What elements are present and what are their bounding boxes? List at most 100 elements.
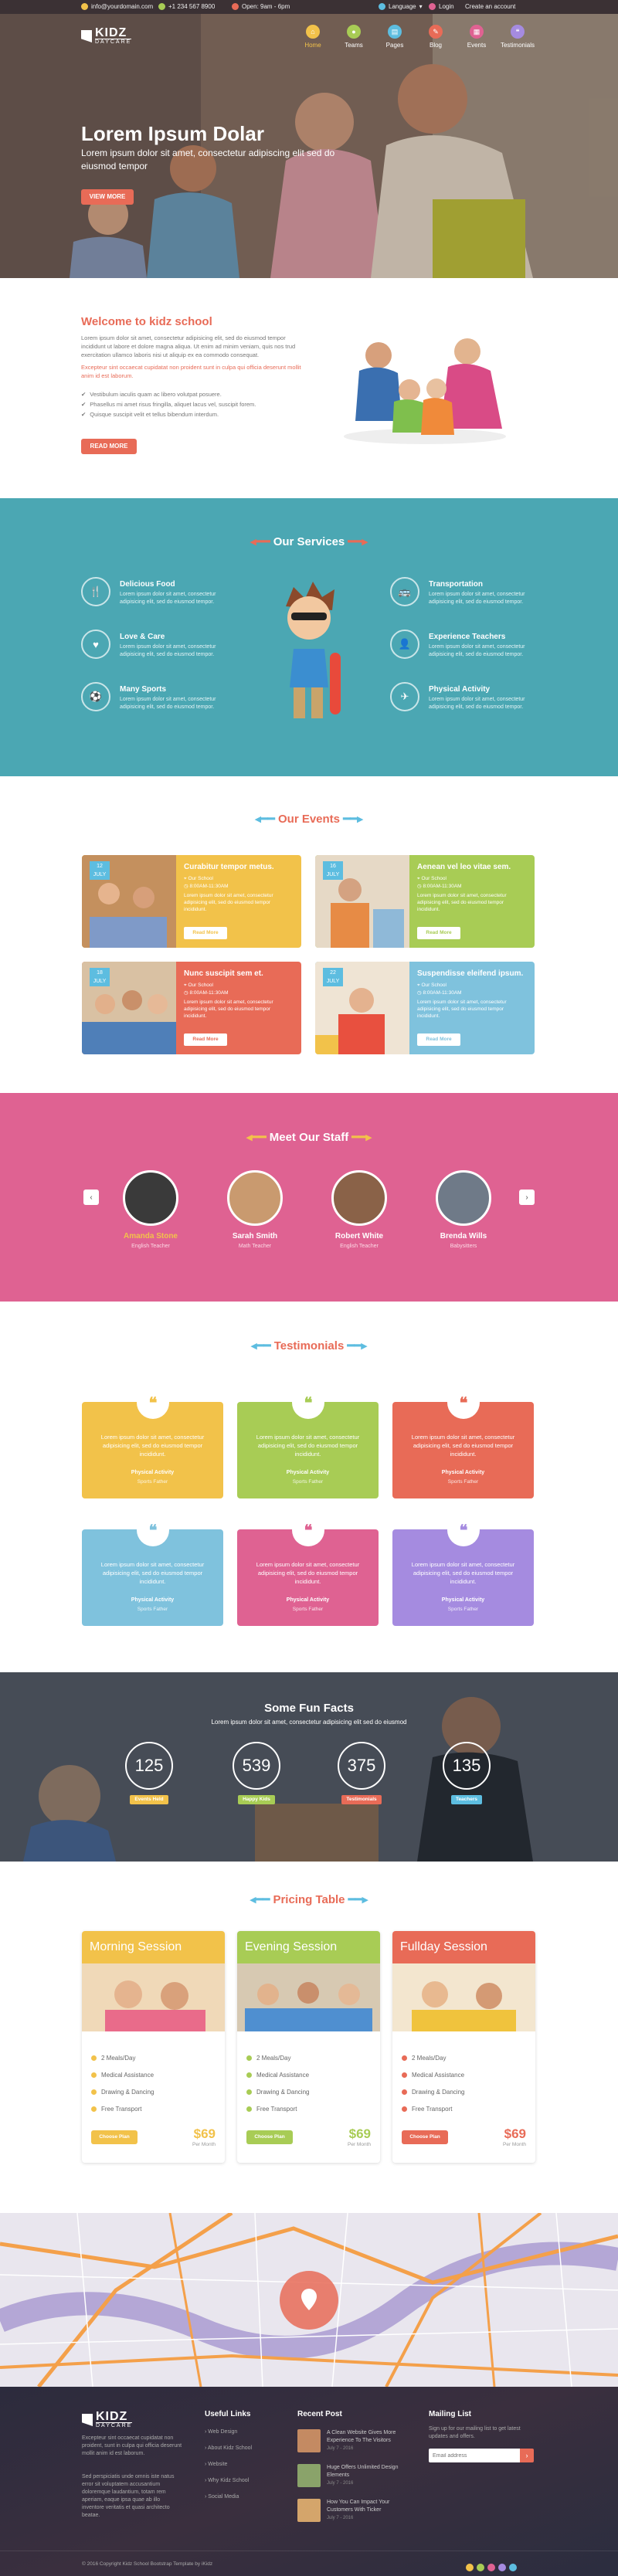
linkedin-icon[interactable] bbox=[498, 2564, 506, 2571]
email-field[interactable] bbox=[429, 2449, 520, 2462]
staff-member[interactable]: Amanda Stone English Teacher bbox=[108, 1170, 193, 1249]
footer-link[interactable]: › Social Media bbox=[205, 2494, 239, 2500]
services-section: ◂━━ Our Services ━━▸ 🍴 Delicious Food Lore… bbox=[0, 498, 618, 776]
bullet-icon bbox=[91, 2055, 97, 2061]
bus-icon: 🚌 bbox=[390, 577, 419, 606]
home-icon: ⌂ bbox=[306, 25, 320, 39]
event-date-badge: 22 JULY bbox=[323, 968, 343, 986]
twitter-icon[interactable] bbox=[477, 2564, 484, 2571]
footer-link[interactable]: › Why Kidz School bbox=[205, 2478, 249, 2483]
bullet-icon bbox=[91, 2089, 97, 2095]
nav-testimonials[interactable]: ❝ Testimonials bbox=[498, 25, 537, 49]
footer-about-1: Excepteur sint occaecat cupidatat non pr… bbox=[82, 2435, 182, 2456]
post-thumbnail bbox=[297, 2464, 321, 2487]
recent-post-title: Recent Post bbox=[297, 2410, 342, 2418]
avatar bbox=[227, 1170, 283, 1226]
footer-logo[interactable]: KIDZ DAYCARE bbox=[82, 2411, 133, 2428]
plan-price: $69 bbox=[348, 2126, 371, 2141]
testimonials-title: ◂━━ Testimonials ━━▸ bbox=[250, 1339, 368, 1352]
top-email[interactable]: info@yourdomain.com bbox=[81, 3, 153, 10]
quote-icon: ❝ bbox=[292, 1386, 324, 1419]
top-hours: Open: 9am - 6pm bbox=[232, 3, 290, 10]
choose-plan-button[interactable]: Choose Plan bbox=[246, 2130, 293, 2144]
create-account-link[interactable]: Create an account bbox=[465, 3, 515, 10]
map-section[interactable] bbox=[0, 2213, 618, 2387]
plan-features: 2 Meals/Day Medical Assistance Drawing &… bbox=[91, 2049, 225, 2117]
bullet-icon bbox=[402, 2072, 407, 2078]
recent-post[interactable]: A Clean Website Gives More Experience To… bbox=[297, 2429, 406, 2456]
nav-blog[interactable]: ✎ Blog bbox=[416, 25, 455, 49]
event-title[interactable]: Suspendisse eleifend ipsum. bbox=[417, 969, 523, 978]
plan-photo bbox=[82, 1963, 225, 2031]
rss-icon[interactable] bbox=[509, 2564, 517, 2571]
staff-member[interactable]: Robert White English Teacher bbox=[317, 1170, 402, 1249]
event-card: 16 JULY Aenean vel leo vitae sem. ⌖ Our S… bbox=[315, 855, 535, 948]
plan-photo bbox=[237, 1963, 380, 2031]
staff-prev-arrow[interactable]: ‹ bbox=[83, 1190, 99, 1205]
classroom-photo bbox=[0, 1672, 618, 1862]
logo-text: KIDZ bbox=[95, 26, 127, 39]
footer-link[interactable]: › Web Design bbox=[205, 2429, 237, 2435]
event-read-more-button[interactable]: Read More bbox=[184, 1033, 227, 1046]
clock-icon bbox=[232, 3, 239, 10]
top-phone: +1 234 567 8900 bbox=[158, 3, 215, 10]
footer-link[interactable]: › About Kidz School bbox=[205, 2445, 252, 2451]
list-item: Medical Assistance bbox=[246, 2066, 380, 2083]
ball-icon: ⚽ bbox=[81, 682, 110, 711]
events-section: ◂━━ Our Events ━━▸ 12 JULY Curabitur temp… bbox=[0, 776, 618, 1093]
nav-events[interactable]: ▦ Events bbox=[457, 25, 496, 49]
staff-member[interactable]: Sarah Smith Math Teacher bbox=[212, 1170, 297, 1249]
testimonial-card: ❝ Lorem ipsum dolor sit amet, consectetur… bbox=[392, 1386, 534, 1498]
event-read-more-button[interactable]: Read More bbox=[184, 927, 227, 939]
service-physical-activity: ✈ Physical Activity Lorem ipsum dolor sit … bbox=[390, 682, 545, 728]
choose-plan-button[interactable]: Choose Plan bbox=[91, 2130, 138, 2144]
quote-icon: ❝ bbox=[511, 25, 525, 39]
fact-teachers: 135 Teachers bbox=[432, 1742, 501, 1804]
events-title: ◂━━ Our Events ━━▸ bbox=[255, 813, 363, 826]
event-card: 12 JULY Curabitur tempor metus. ⌖ Our Sch… bbox=[82, 855, 301, 948]
event-title[interactable]: Curabitur tempor metus. bbox=[184, 863, 274, 871]
list-item: Drawing & Dancing bbox=[246, 2083, 380, 2100]
recent-post[interactable]: Huge Offers Unlimited Design Elements Jul… bbox=[297, 2464, 406, 2490]
site-logo[interactable]: KIDZ DAYCARE bbox=[81, 26, 132, 45]
post-thumbnail bbox=[297, 2429, 321, 2452]
language-select[interactable]: Language ▾ bbox=[379, 3, 423, 10]
choose-plan-button[interactable]: Choose Plan bbox=[402, 2130, 448, 2144]
hero-section: KIDZ DAYCARE ⌂ Home ● Teams ▤ Pages ✎ Blog ▦ E… bbox=[0, 14, 618, 278]
nav-home[interactable]: ⌂ Home bbox=[294, 25, 332, 49]
list-item: Drawing & Dancing bbox=[91, 2083, 225, 2100]
hero-text: Lorem ipsum dolor sit amet, consectetur … bbox=[81, 148, 335, 171]
staff-member[interactable]: Brenda Wills Babysitters bbox=[421, 1170, 506, 1249]
subscribe-arrow-icon[interactable]: › bbox=[520, 2449, 534, 2462]
service-delicious-food: 🍴 Delicious Food Lorem ipsum dolor sit ame… bbox=[81, 577, 236, 623]
list-item: ✔ Quisque suscipit velit et tellus bibend… bbox=[81, 411, 219, 418]
event-title[interactable]: Nunc suscipit sem et. bbox=[184, 969, 263, 978]
quote-icon: ❝ bbox=[137, 1386, 169, 1419]
facebook-icon[interactable] bbox=[466, 2564, 474, 2571]
welcome-para-2: Excepteur sint occaecat cupidatat non pr… bbox=[81, 364, 301, 379]
google-plus-icon[interactable] bbox=[487, 2564, 495, 2571]
recent-post[interactable]: How You Can Impact Your Customers With T… bbox=[297, 2499, 406, 2525]
footer-link[interactable]: › Website bbox=[205, 2462, 227, 2467]
read-more-button[interactable]: Read More bbox=[81, 439, 137, 454]
footer: KIDZ DAYCARE Excepteur sint occaecat cupi… bbox=[0, 2387, 618, 2576]
event-title[interactable]: Aenean vel leo vitae sem. bbox=[417, 863, 511, 871]
food-icon: 🍴 bbox=[81, 577, 110, 606]
event-read-more-button[interactable]: Read More bbox=[417, 1033, 460, 1046]
nav-teams[interactable]: ● Teams bbox=[334, 25, 373, 49]
bullet-icon bbox=[246, 2106, 252, 2112]
nav-pages[interactable]: ▤ Pages bbox=[375, 25, 414, 49]
fact-happy-kids: 539 Happy Kids bbox=[222, 1742, 291, 1804]
logo-mark-icon bbox=[81, 30, 92, 42]
bullet-icon bbox=[246, 2072, 252, 2078]
avatar bbox=[436, 1170, 491, 1226]
staff-next-arrow[interactable]: › bbox=[519, 1190, 535, 1205]
event-read-more-button[interactable]: Read More bbox=[417, 927, 460, 939]
services-title: ◂━━ Our Services ━━▸ bbox=[250, 535, 368, 548]
login-link[interactable]: Login bbox=[429, 3, 454, 10]
event-card: 18 JULY Nunc suscipit sem et. ⌖ Our Schoo… bbox=[82, 962, 301, 1054]
view-more-button[interactable]: View More bbox=[81, 189, 134, 205]
list-item: Medical Assistance bbox=[402, 2066, 535, 2083]
check-icon: ✔ bbox=[81, 401, 87, 408]
location-map[interactable] bbox=[0, 2213, 618, 2387]
